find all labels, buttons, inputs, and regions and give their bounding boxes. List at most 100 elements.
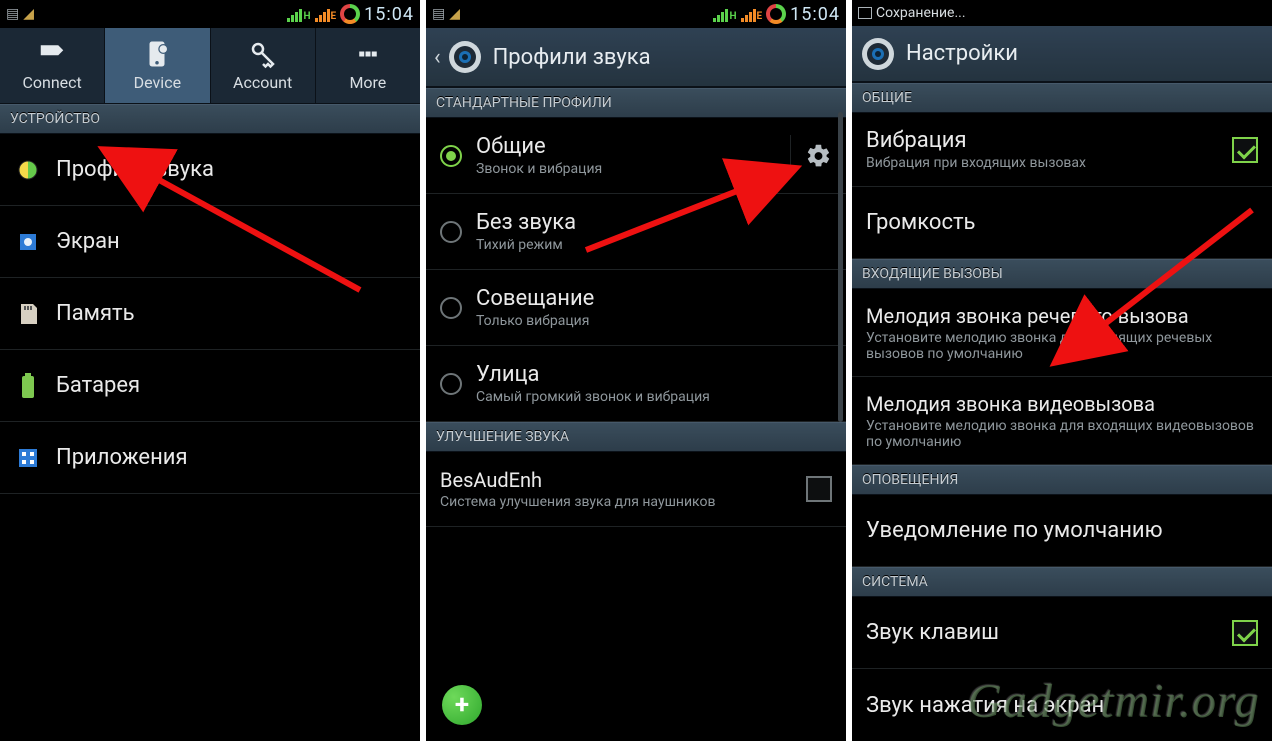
screen-device-settings: ▤ ◢ H E 15:04 Connect Device Account xyxy=(0,0,420,741)
row-label: Звук клавиш xyxy=(866,620,1218,645)
row-label: Совещание xyxy=(476,286,832,311)
app-bar: ‹ Профили звука xyxy=(426,28,846,88)
row-label: Мелодия звонка видеовызова xyxy=(866,392,1258,416)
row-battery[interactable]: Батарея xyxy=(0,350,420,422)
wifi-icon: ▤ xyxy=(6,6,19,22)
row-sublabel: Только вибрация xyxy=(476,313,832,329)
row-display[interactable]: Экран xyxy=(0,206,420,278)
gear-icon xyxy=(805,142,832,170)
page-title: Профили звука xyxy=(493,45,651,70)
row-apps[interactable]: Приложения xyxy=(0,422,420,494)
tab-device[interactable]: Device xyxy=(105,28,210,103)
profile-general[interactable]: Общие Звонок и вибрация xyxy=(426,118,846,194)
row-sublabel: Установите мелодию звонка для входящих р… xyxy=(866,330,1258,362)
row-label: Батарея xyxy=(56,373,406,398)
row-label: Экран xyxy=(56,229,406,254)
row-sublabel: Звонок и вибрация xyxy=(476,161,776,177)
row-label: Громкость xyxy=(866,210,1258,235)
row-label: Улица xyxy=(476,362,832,387)
settings-app-icon xyxy=(860,36,896,72)
checkbox-on[interactable] xyxy=(1232,137,1258,163)
row-default-notification[interactable]: Уведомление по умолчанию xyxy=(852,495,1272,567)
row-sublabel: Установите мелодию звонка для входящих в… xyxy=(866,418,1258,450)
plus-icon: + xyxy=(455,690,469,720)
back-icon[interactable]: ‹ xyxy=(434,45,441,70)
row-label: Мелодия звонка речевого вызова xyxy=(866,304,1258,328)
sound-profiles-icon xyxy=(14,158,42,182)
status-bar: ▤ ◢ H E 15:04 xyxy=(0,0,420,28)
brush-icon: ◢ xyxy=(449,6,460,22)
row-sublabel: Самый громкий звонок и вибрация xyxy=(476,389,832,405)
clock: 15:04 xyxy=(790,4,840,25)
status-bar: ▤ ◢ H E 15:04 xyxy=(426,0,846,28)
scrollbar[interactable] xyxy=(838,112,843,422)
image-icon xyxy=(858,7,872,19)
row-label: Звук нажатия на экран xyxy=(866,693,1258,718)
tab-connect[interactable]: Connect xyxy=(0,28,105,103)
screen-sound-profiles: ▤ ◢ H E 15:04 ‹ Профили звука СТАНДАРТНЫ… xyxy=(426,0,846,741)
row-touch-sound[interactable]: Звук нажатия на экран xyxy=(852,669,1272,741)
section-general: ОБЩИЕ xyxy=(852,83,1272,113)
profile-outdoor[interactable]: Улица Самый громкий звонок и вибрация xyxy=(426,346,846,422)
add-profile-button[interactable]: + xyxy=(442,685,482,725)
brush-icon: ◢ xyxy=(23,6,34,22)
row-label: Общие xyxy=(476,134,776,159)
row-label: Профили звука xyxy=(56,157,406,182)
row-key-sound[interactable]: Звук клавиш xyxy=(852,597,1272,669)
row-storage[interactable]: Память xyxy=(0,278,420,350)
key-icon xyxy=(248,39,278,69)
row-label: BesAudEnh xyxy=(440,468,792,492)
profile-meeting[interactable]: Совещание Только вибрация xyxy=(426,270,846,346)
radio-unselected[interactable] xyxy=(440,221,462,243)
section-system: СИСТЕМА xyxy=(852,567,1272,597)
device-icon xyxy=(142,39,172,69)
apps-icon xyxy=(14,446,42,470)
app-bar: Настройки xyxy=(852,26,1272,83)
radio-unselected[interactable] xyxy=(440,297,462,319)
row-label: Уведомление по умолчанию xyxy=(866,518,1258,543)
status-bar: Сохранение... xyxy=(852,0,1272,26)
wifi-icon: ▤ xyxy=(432,6,445,22)
profile-settings-button[interactable] xyxy=(790,135,832,177)
page-title: Настройки xyxy=(906,41,1018,66)
radio-unselected[interactable] xyxy=(440,373,462,395)
row-label: Вибрация xyxy=(866,128,1218,153)
more-icon xyxy=(353,39,383,69)
display-icon xyxy=(14,230,42,254)
section-incoming: ВХОДЯЩИЕ ВЫЗОВЫ xyxy=(852,259,1272,289)
row-vibration[interactable]: Вибрация Вибрация при входящих вызовах xyxy=(852,113,1272,187)
section-notifications: ОПОВЕЩЕНИЯ xyxy=(852,465,1272,495)
checkbox-off[interactable] xyxy=(806,476,832,502)
row-video-ringtone[interactable]: Мелодия звонка видеовызова Установите ме… xyxy=(852,377,1272,465)
battery-menu-icon xyxy=(14,373,42,399)
row-voice-ringtone[interactable]: Мелодия звонка речевого вызова Установит… xyxy=(852,289,1272,377)
row-label: Без звука xyxy=(476,210,832,235)
settings-app-icon xyxy=(447,39,483,75)
row-besaudenh[interactable]: BesAudEnh Система улучшения звука для на… xyxy=(426,452,846,527)
checkbox-on[interactable] xyxy=(1232,620,1258,646)
battery-icon xyxy=(766,4,786,24)
row-label: Приложения xyxy=(56,445,406,470)
tab-label: Connect xyxy=(22,73,81,92)
tab-label: Device xyxy=(134,73,181,92)
screen-profile-settings: Сохранение... Настройки ОБЩИЕ Вибрация В… xyxy=(852,0,1272,741)
tab-account[interactable]: Account xyxy=(211,28,316,103)
saving-text: Сохранение... xyxy=(876,5,966,21)
row-sound-profiles[interactable]: Профили звука xyxy=(0,134,420,206)
section-enhancement: УЛУЧШЕНИЕ ЗВУКА xyxy=(426,422,846,452)
row-sublabel: Система улучшения звука для наушников xyxy=(440,494,792,510)
profile-silent[interactable]: Без звука Тихий режим xyxy=(426,194,846,270)
section-standard-profiles: СТАНДАРТНЫЕ ПРОФИЛИ xyxy=(426,88,846,118)
radio-selected[interactable] xyxy=(440,145,462,167)
sd-card-icon xyxy=(14,302,42,326)
tab-more[interactable]: More xyxy=(316,28,420,103)
row-volume[interactable]: Громкость xyxy=(852,187,1272,259)
settings-tabs: Connect Device Account More xyxy=(0,28,420,104)
section-device: УСТРОЙСТВО xyxy=(0,104,420,134)
battery-icon xyxy=(340,4,360,24)
connect-icon xyxy=(37,39,67,69)
row-sublabel: Тихий режим xyxy=(476,237,832,253)
row-label: Память xyxy=(56,301,406,326)
row-sublabel: Вибрация при входящих вызовах xyxy=(866,155,1218,171)
tab-label: More xyxy=(349,73,386,92)
